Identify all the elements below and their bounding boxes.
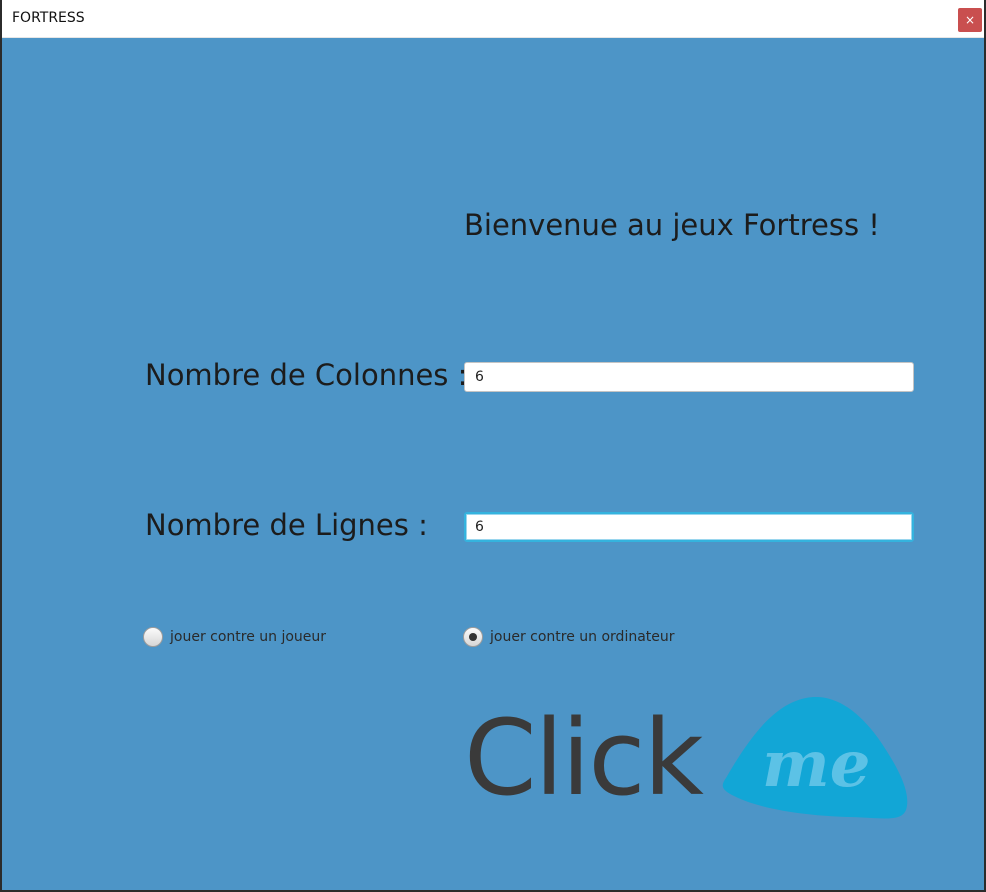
radio-button-unselected[interactable] [143, 627, 163, 647]
radio-computer-label: jouer contre un ordinateur [490, 629, 675, 645]
title-bar[interactable]: FORTRESS × [2, 0, 984, 38]
radio-play-vs-player[interactable]: jouer contre un joueur [143, 627, 326, 647]
radio-button-selected[interactable] [463, 627, 483, 647]
welcome-heading: Bienvenue au jeux Fortress ! [464, 208, 880, 242]
rows-input[interactable] [464, 512, 914, 542]
radio-play-vs-computer[interactable]: jouer contre un ordinateur [463, 627, 675, 647]
columns-input[interactable] [464, 362, 914, 392]
window-title: FORTRESS [12, 10, 85, 26]
close-icon: × [964, 13, 976, 27]
click-me-button[interactable]: Click me [464, 692, 912, 824]
app-window: FORTRESS × Bienvenue au jeux Fortress ! … [0, 0, 986, 892]
click-me-badge-text: me [762, 727, 870, 802]
rows-label: Nombre de Lignes : [145, 508, 428, 542]
radio-player-label: jouer contre un joueur [170, 629, 327, 645]
close-button[interactable]: × [958, 8, 982, 32]
radio-selected-dot [469, 633, 477, 641]
click-me-logo-text: Click [464, 697, 704, 819]
click-me-logo: Click me [464, 697, 908, 819]
columns-label: Nombre de Colonnes : [145, 358, 468, 392]
